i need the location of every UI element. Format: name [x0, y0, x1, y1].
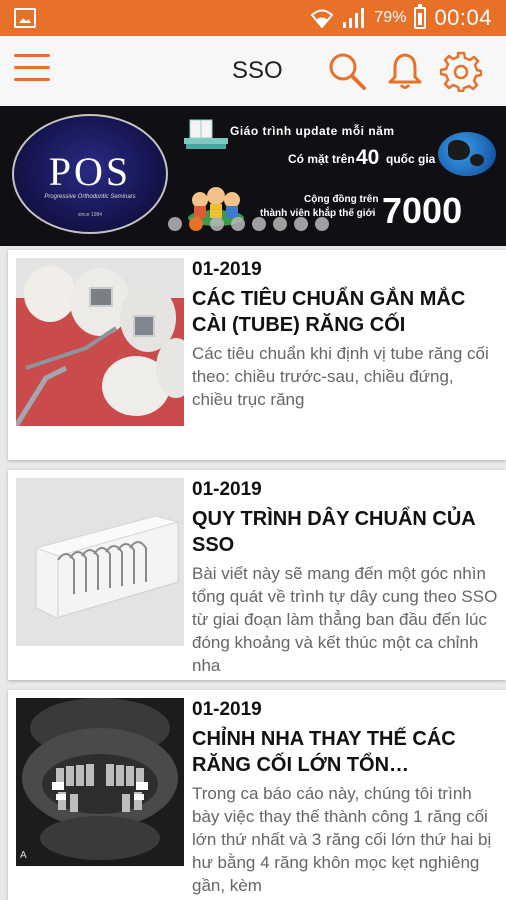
- article-description: Các tiêu chuẩn khi định vị tube răng cối…: [192, 344, 489, 409]
- article-title: CÁC TIÊU CHUẨN GẮN MẮC CÀI (TUBE) RĂNG C…: [192, 288, 466, 336]
- carousel-dot[interactable]: [273, 217, 287, 231]
- carousel-dot[interactable]: [231, 217, 245, 231]
- article-date: 01-2019: [192, 699, 262, 720]
- carousel-dot[interactable]: [189, 217, 203, 231]
- pos-logo: POS Progressive Orthodontic Seminars sin…: [12, 114, 168, 234]
- svg-text:A: A: [20, 850, 27, 861]
- article-description: Trong ca báo cáo này, chúng tôi trình bà…: [192, 784, 492, 895]
- banner-presence-text: Có mặt trên: [288, 152, 355, 166]
- banner-country-count: 40: [356, 146, 380, 169]
- banner-curriculum-text: Giáo trình update mỗi năm: [230, 124, 395, 138]
- article-thumbnail: [16, 258, 184, 426]
- app-bar: SSO: [0, 36, 506, 106]
- hamburger-menu-icon[interactable]: [14, 54, 50, 86]
- carousel-dot[interactable]: [315, 217, 329, 231]
- article-description: Bài viết này sẽ mang đến một góc nhìn tổ…: [192, 564, 498, 675]
- banner-member-count: 7000: [382, 190, 463, 231]
- search-icon[interactable]: [326, 50, 368, 92]
- article-thumbnail: [16, 478, 184, 646]
- carousel-dot[interactable]: [210, 217, 224, 231]
- status-bar: 79% 00:04: [0, 0, 506, 36]
- article-thumbnail: A: [16, 698, 184, 866]
- carousel-indicator: [168, 217, 329, 231]
- article-date: 01-2019: [192, 259, 262, 280]
- banner-community-text: Cộng đồng trên: [304, 194, 379, 205]
- carousel-dot[interactable]: [168, 217, 182, 231]
- article-title: QUY TRÌNH DÂY CHUẨN CỦA SSO: [192, 508, 475, 556]
- banner-country-label: quốc gia: [386, 152, 436, 166]
- carousel-dot[interactable]: [294, 217, 308, 231]
- article-card[interactable]: 01-2019 QUY TRÌNH DÂY CHUẨN CỦA SSO Bài …: [8, 470, 506, 680]
- battery-icon: [414, 4, 427, 29]
- book-icon: [184, 119, 228, 149]
- article-card[interactable]: A 01-2019 CHỈNH NHA THAY THẾ CÁC RĂNG CỐ…: [8, 690, 506, 900]
- carousel-dot[interactable]: [252, 217, 266, 231]
- article-date: 01-2019: [192, 479, 262, 500]
- battery-percent: 79%: [374, 9, 407, 26]
- app-title: SSO: [232, 57, 283, 84]
- promo-banner[interactable]: POS Progressive Orthodontic Seminars sin…: [0, 106, 506, 246]
- signal-icon: [343, 8, 365, 28]
- bell-icon[interactable]: [384, 50, 426, 92]
- article-card[interactable]: 01-2019 CÁC TIÊU CHUẨN GẮN MẮC CÀI (TUBE…: [8, 250, 506, 460]
- article-title: CHỈNH NHA THAY THẾ CÁC RĂNG CỐI LỚN TỔN…: [192, 728, 456, 776]
- gallery-icon: [14, 8, 36, 28]
- globe-icon: [438, 132, 496, 176]
- wifi-icon: [311, 9, 334, 28]
- gear-icon[interactable]: [439, 50, 483, 93]
- clock: 00:04: [434, 5, 492, 30]
